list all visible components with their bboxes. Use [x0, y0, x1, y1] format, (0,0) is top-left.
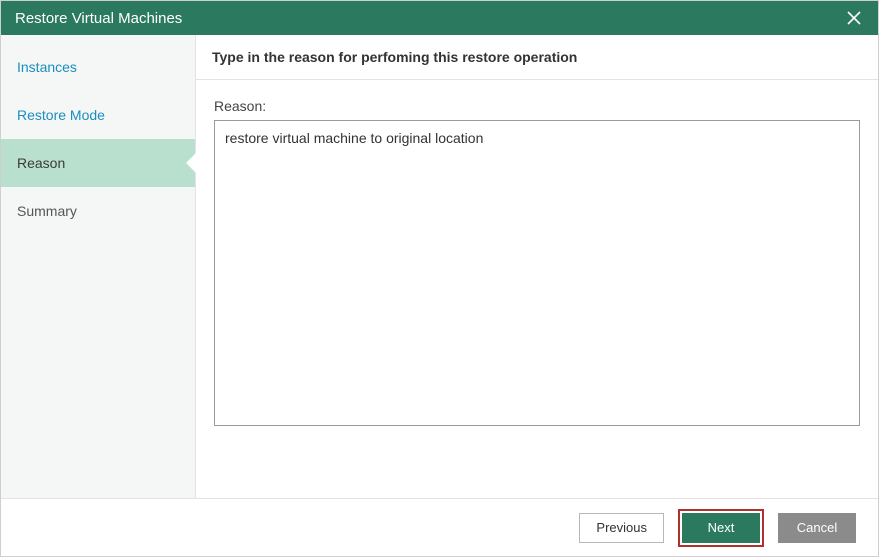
sidebar-step-label: Summary	[17, 203, 77, 219]
window-title: Restore Virtual Machines	[15, 10, 182, 27]
sidebar-step-restore-mode[interactable]: Restore Mode	[1, 91, 195, 139]
sidebar-step-label: Restore Mode	[17, 107, 105, 123]
sidebar-step-label: Reason	[17, 155, 65, 171]
instruction-text: Type in the reason for perfoming this re…	[196, 35, 878, 80]
main-panel: Type in the reason for perfoming this re…	[196, 35, 878, 498]
cancel-button[interactable]: Cancel	[778, 513, 856, 543]
dialog-body: Instances Restore Mode Reason Summary Ty…	[1, 35, 878, 498]
reason-input[interactable]	[214, 120, 860, 426]
next-button-highlight: Next	[678, 509, 764, 547]
titlebar: Restore Virtual Machines	[1, 1, 878, 35]
sidebar-step-reason[interactable]: Reason	[1, 139, 195, 187]
sidebar-step-summary[interactable]: Summary	[1, 187, 195, 235]
dialog-footer: Previous Next Cancel	[1, 498, 878, 556]
restore-wizard-dialog: Restore Virtual Machines Instances Resto…	[0, 0, 879, 557]
next-button[interactable]: Next	[682, 513, 760, 543]
previous-button[interactable]: Previous	[579, 513, 664, 543]
reason-label: Reason:	[214, 98, 860, 114]
form-area: Reason:	[196, 80, 878, 498]
sidebar-step-instances[interactable]: Instances	[1, 43, 195, 91]
sidebar-step-label: Instances	[17, 59, 77, 75]
close-icon[interactable]	[842, 6, 866, 30]
wizard-sidebar: Instances Restore Mode Reason Summary	[1, 35, 196, 498]
